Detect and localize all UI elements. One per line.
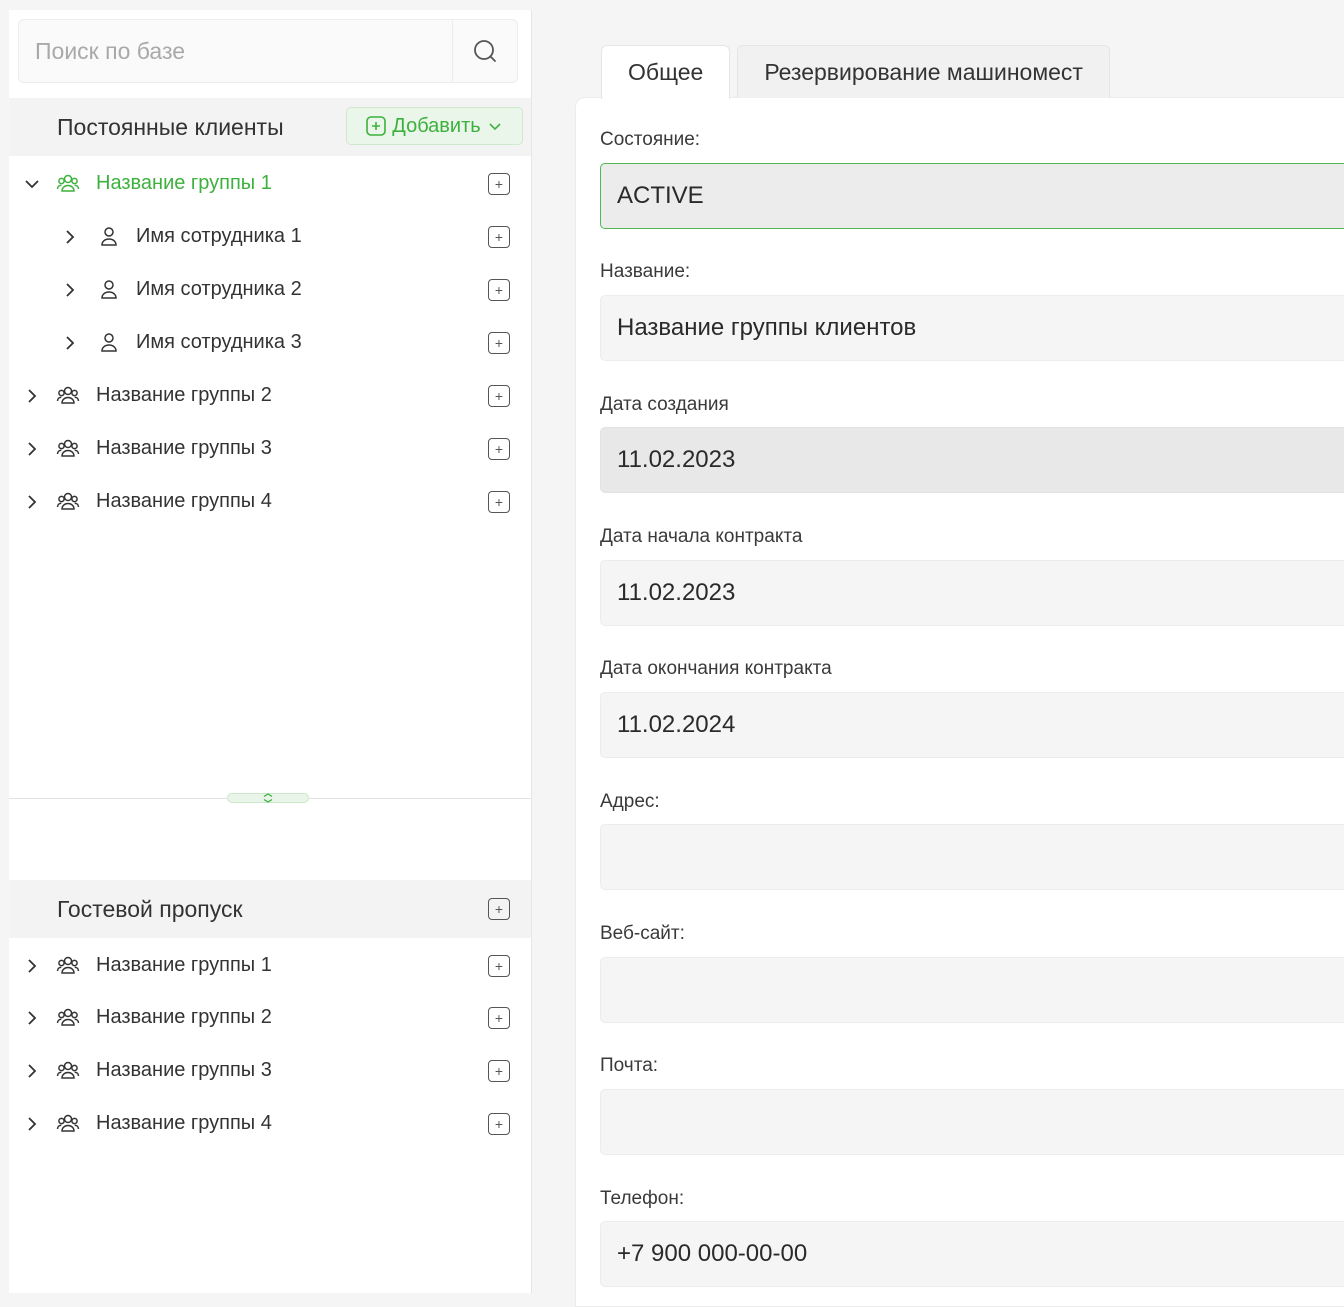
tree-group-row[interactable]: Название группы 2 + bbox=[9, 369, 531, 422]
search-button[interactable] bbox=[452, 20, 517, 82]
add-item-button[interactable]: + bbox=[488, 490, 510, 513]
chevron-right-icon[interactable] bbox=[23, 957, 41, 975]
regular-clients-header: Постоянные клиенты Добавить bbox=[9, 98, 531, 156]
person-icon bbox=[96, 224, 122, 250]
resize-arrows-icon bbox=[263, 793, 273, 803]
add-button-label: Добавить bbox=[392, 114, 481, 137]
add-item-button[interactable]: + bbox=[488, 1112, 510, 1135]
tree-item-label: Имя сотрудника 3 bbox=[136, 331, 302, 353]
tab-general[interactable]: Общее bbox=[601, 45, 731, 99]
tree-group-row[interactable]: Название группы 3 + bbox=[9, 1044, 531, 1097]
email-label: Почта: bbox=[600, 1055, 659, 1076]
website-label: Веб-сайт: bbox=[600, 923, 685, 944]
created-date-field: 11.02.2023 bbox=[600, 427, 1344, 493]
group-icon bbox=[55, 436, 81, 462]
group-icon bbox=[55, 953, 81, 979]
tree-item-label: Имя сотрудника 2 bbox=[136, 278, 302, 300]
chevron-right-icon[interactable] bbox=[61, 228, 79, 246]
tree-item-label: Название группы 2 bbox=[96, 1006, 272, 1028]
chevron-right-icon[interactable] bbox=[61, 281, 79, 299]
tab-parking-reservation[interactable]: Резервирование машиномест bbox=[737, 45, 1110, 98]
chevron-right-icon[interactable] bbox=[23, 440, 41, 458]
sidebar: Постоянные клиенты Добавить Название гру… bbox=[9, 10, 532, 1293]
tree-group-row[interactable]: Название группы 4 + bbox=[9, 1097, 531, 1150]
name-field[interactable]: Название группы клиентов bbox=[600, 295, 1344, 361]
group-icon bbox=[55, 489, 81, 515]
tree-person-row[interactable]: Имя сотрудника 2 + bbox=[9, 263, 531, 316]
phone-label: Телефон: bbox=[600, 1188, 685, 1209]
tree-item-label: Название группы 3 bbox=[96, 1059, 272, 1081]
tree-group-row[interactable]: Название группы 1 + bbox=[9, 939, 531, 992]
plus-square-icon bbox=[366, 116, 387, 136]
search-box bbox=[18, 19, 518, 83]
chevron-right-icon[interactable] bbox=[23, 493, 41, 511]
guest-pass-header: Гостевой пропуск + bbox=[9, 880, 531, 938]
tree-item-label: Название группы 3 bbox=[96, 437, 272, 459]
resize-handle[interactable] bbox=[227, 793, 309, 803]
chevron-down-icon[interactable] bbox=[23, 175, 41, 193]
contract-end-field[interactable]: 11.02.2024 bbox=[600, 692, 1344, 758]
add-guest-button[interactable]: + bbox=[488, 898, 510, 920]
contract-start-field[interactable]: 11.02.2023 bbox=[600, 560, 1344, 626]
add-item-button[interactable]: + bbox=[488, 225, 510, 248]
add-item-button[interactable]: + bbox=[488, 954, 510, 977]
person-icon bbox=[96, 330, 122, 356]
tree-person-row[interactable]: Имя сотрудника 1 + bbox=[9, 210, 531, 263]
chevron-right-icon[interactable] bbox=[23, 1062, 41, 1080]
group-icon bbox=[55, 171, 81, 197]
email-field[interactable] bbox=[600, 1089, 1344, 1155]
add-item-button[interactable]: + bbox=[488, 1006, 510, 1029]
phone-field[interactable]: +7 900 000-00-00 bbox=[600, 1221, 1344, 1287]
tree-item-label: Название группы 2 bbox=[96, 384, 272, 406]
group-icon bbox=[55, 1005, 81, 1031]
search-icon bbox=[474, 40, 496, 62]
tree-item-label: Название группы 1 bbox=[96, 172, 272, 194]
add-item-button[interactable]: + bbox=[488, 172, 510, 195]
contract-start-label: Дата начала контракта bbox=[600, 526, 803, 547]
tree-item-label: Имя сотрудника 1 bbox=[136, 225, 302, 247]
add-item-button[interactable]: + bbox=[488, 278, 510, 301]
tree-group-row[interactable]: Название группы 3 + bbox=[9, 422, 531, 475]
add-item-button[interactable]: + bbox=[488, 437, 510, 460]
chevron-right-icon[interactable] bbox=[23, 1009, 41, 1027]
group-icon bbox=[55, 1058, 81, 1084]
chevron-right-icon[interactable] bbox=[61, 334, 79, 352]
tree-group-row[interactable]: Название группы 1 + bbox=[9, 157, 531, 210]
section-title: Гостевой пропуск bbox=[57, 895, 243, 922]
tree-item-label: Название группы 4 bbox=[96, 490, 272, 512]
group-icon bbox=[55, 1111, 81, 1137]
section-title: Постоянные клиенты bbox=[57, 113, 284, 140]
add-item-button[interactable]: + bbox=[488, 384, 510, 407]
chevron-right-icon[interactable] bbox=[23, 1115, 41, 1133]
address-field[interactable] bbox=[600, 824, 1344, 890]
contract-end-label: Дата окончания контракта bbox=[600, 658, 832, 679]
tree-item-label: Название группы 1 bbox=[96, 954, 272, 976]
address-label: Адрес: bbox=[600, 791, 660, 812]
chevron-down-icon bbox=[489, 123, 501, 131]
add-item-button[interactable]: + bbox=[488, 331, 510, 354]
add-button[interactable]: Добавить bbox=[346, 107, 523, 145]
tab-bar: Общее Резервирование машиномест bbox=[601, 45, 1110, 99]
name-label: Название: bbox=[600, 261, 691, 282]
tree-person-row[interactable]: Имя сотрудника 3 + bbox=[9, 316, 531, 369]
group-icon bbox=[55, 383, 81, 409]
created-date-label: Дата создания bbox=[600, 394, 729, 415]
status-label: Состояние: bbox=[600, 129, 701, 150]
search-input[interactable] bbox=[19, 20, 455, 82]
chevron-right-icon[interactable] bbox=[23, 387, 41, 405]
tree-group-row[interactable]: Название группы 2 + bbox=[9, 991, 531, 1044]
add-item-button[interactable]: + bbox=[488, 1059, 510, 1082]
website-field[interactable] bbox=[600, 957, 1344, 1023]
tree-group-row[interactable]: Название группы 4 + bbox=[9, 475, 531, 528]
status-field[interactable]: ACTIVE bbox=[600, 163, 1344, 229]
person-icon bbox=[96, 277, 122, 303]
tree-item-label: Название группы 4 bbox=[96, 1112, 272, 1134]
